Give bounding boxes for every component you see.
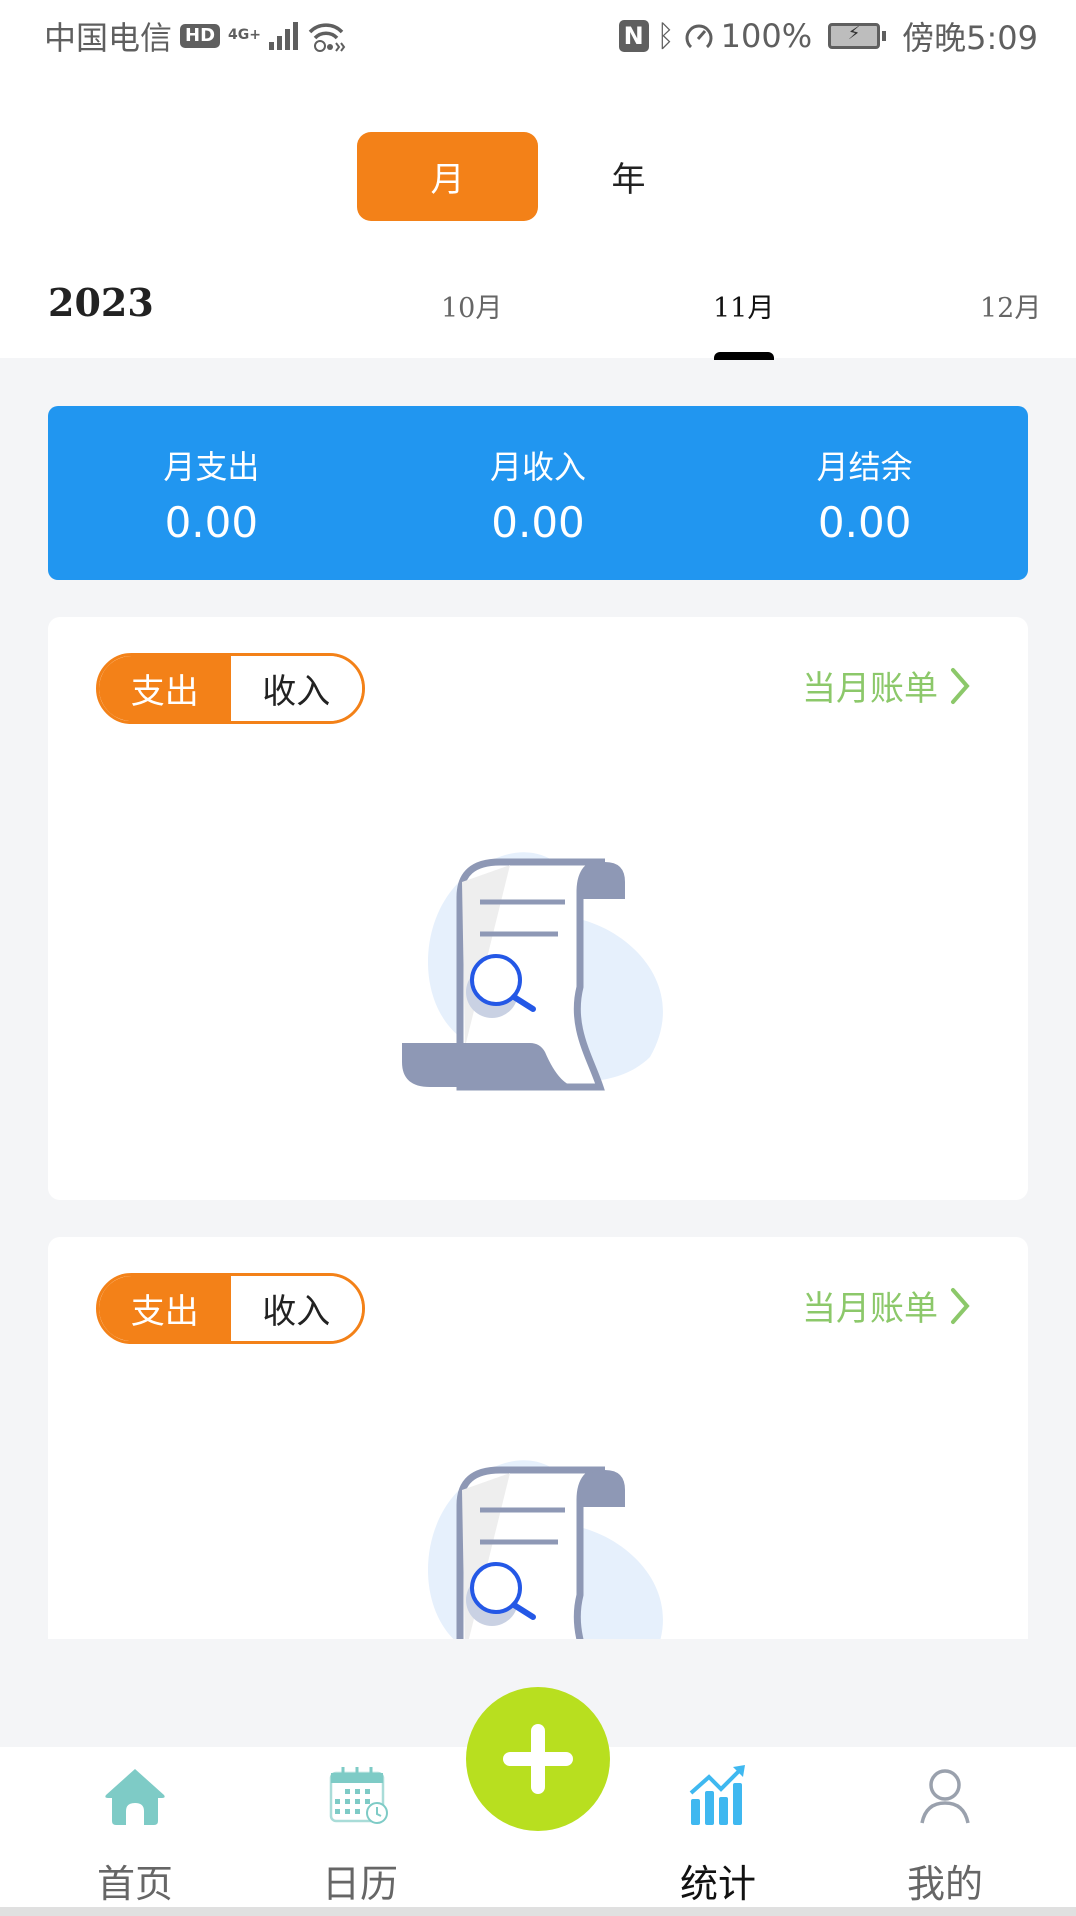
stats-card: 支出 收入 当月账单 bbox=[48, 1237, 1028, 1639]
income-tab[interactable]: 收入 bbox=[230, 656, 362, 721]
user-icon bbox=[920, 1769, 970, 1824]
stats-card: 支出 收入 当月账单 bbox=[48, 617, 1028, 1200]
expense-tab[interactable]: 支出 bbox=[99, 1276, 231, 1341]
battery-icon: ⚡ bbox=[828, 23, 887, 49]
nav-label: 统计 bbox=[679, 1862, 756, 1906]
summary-label: 月收入 bbox=[490, 448, 587, 486]
chevron-right-icon bbox=[951, 667, 970, 704]
clock-time: 傍晚5:09 bbox=[902, 19, 1038, 57]
status-bar: 中国电信 HD 4G+ N ᛒ 100% ⚡ 傍晚5:09 bbox=[0, 0, 1076, 72]
nfc-icon: N bbox=[618, 20, 649, 52]
active-month-indicator bbox=[714, 352, 774, 360]
month-tab-december[interactable]: 12月 bbox=[980, 286, 1041, 325]
year-label[interactable]: 2023 bbox=[48, 280, 154, 325]
income-tab[interactable]: 收入 bbox=[230, 1276, 362, 1341]
plus-icon bbox=[503, 1724, 573, 1794]
period-month-button[interactable]: 月 bbox=[357, 132, 538, 221]
chevron-right-icon bbox=[951, 1287, 970, 1324]
add-record-button[interactable] bbox=[466, 1687, 610, 1831]
monthly-summary-card: 月支出 0.00 月收入 0.00 月结余 0.00 bbox=[48, 406, 1028, 580]
calendar-icon bbox=[329, 1767, 388, 1824]
summary-income: 月收入 0.00 bbox=[375, 406, 702, 580]
nav-label: 首页 bbox=[96, 1862, 173, 1906]
empty-document-search-icon bbox=[402, 852, 663, 1091]
nav-item-statistics[interactable]: 统计 bbox=[628, 1747, 808, 1908]
chart-icon bbox=[689, 1765, 745, 1825]
expense-income-toggle: 支出 收入 bbox=[96, 653, 365, 724]
monthly-bill-label: 当月账单 bbox=[802, 1289, 938, 1329]
summary-value: 0.00 bbox=[491, 498, 585, 547]
expense-tab[interactable]: 支出 bbox=[99, 656, 231, 721]
summary-label: 月支出 bbox=[163, 448, 260, 486]
speed-gauge-icon bbox=[685, 24, 713, 49]
monthly-bill-link[interactable]: 当月账单 bbox=[802, 1281, 972, 1330]
carrier-name: 中国电信 bbox=[44, 19, 173, 57]
summary-balance: 月结余 0.00 bbox=[701, 406, 1028, 580]
nav-item-home[interactable]: 首页 bbox=[45, 1747, 225, 1908]
bluetooth-icon: ᛒ bbox=[656, 18, 675, 54]
nav-item-profile[interactable]: 我的 bbox=[855, 1747, 1035, 1908]
network-type: 4G+ bbox=[228, 27, 261, 43]
home-icon bbox=[105, 1769, 165, 1825]
summary-expense: 月支出 0.00 bbox=[48, 406, 375, 580]
nav-label: 我的 bbox=[906, 1862, 983, 1906]
signal-icon bbox=[269, 22, 298, 50]
month-tab-november[interactable]: 11月 bbox=[713, 286, 774, 325]
hd-icon: HD bbox=[180, 24, 221, 48]
empty-document-search-icon bbox=[427, 1460, 663, 1639]
nav-item-calendar[interactable]: 日历 bbox=[270, 1747, 450, 1908]
expense-income-toggle: 支出 收入 bbox=[96, 1273, 365, 1344]
period-year-button[interactable]: 年 bbox=[538, 132, 719, 221]
battery-percent: 100% bbox=[720, 17, 813, 55]
summary-label: 月结余 bbox=[816, 448, 913, 486]
stats-header: 月 年 2023 10月 11月 12月 bbox=[0, 72, 1076, 360]
wifi-icon bbox=[308, 23, 346, 52]
monthly-bill-link[interactable]: 当月账单 bbox=[802, 661, 972, 710]
nav-label: 日历 bbox=[321, 1862, 398, 1906]
summary-value: 0.00 bbox=[164, 498, 259, 547]
period-toggle: 月 年 bbox=[357, 132, 719, 221]
system-nav-strip bbox=[0, 1907, 1076, 1916]
summary-value: 0.00 bbox=[817, 498, 912, 547]
monthly-bill-label: 当月账单 bbox=[802, 669, 938, 709]
month-tab-october[interactable]: 10月 bbox=[441, 286, 502, 325]
